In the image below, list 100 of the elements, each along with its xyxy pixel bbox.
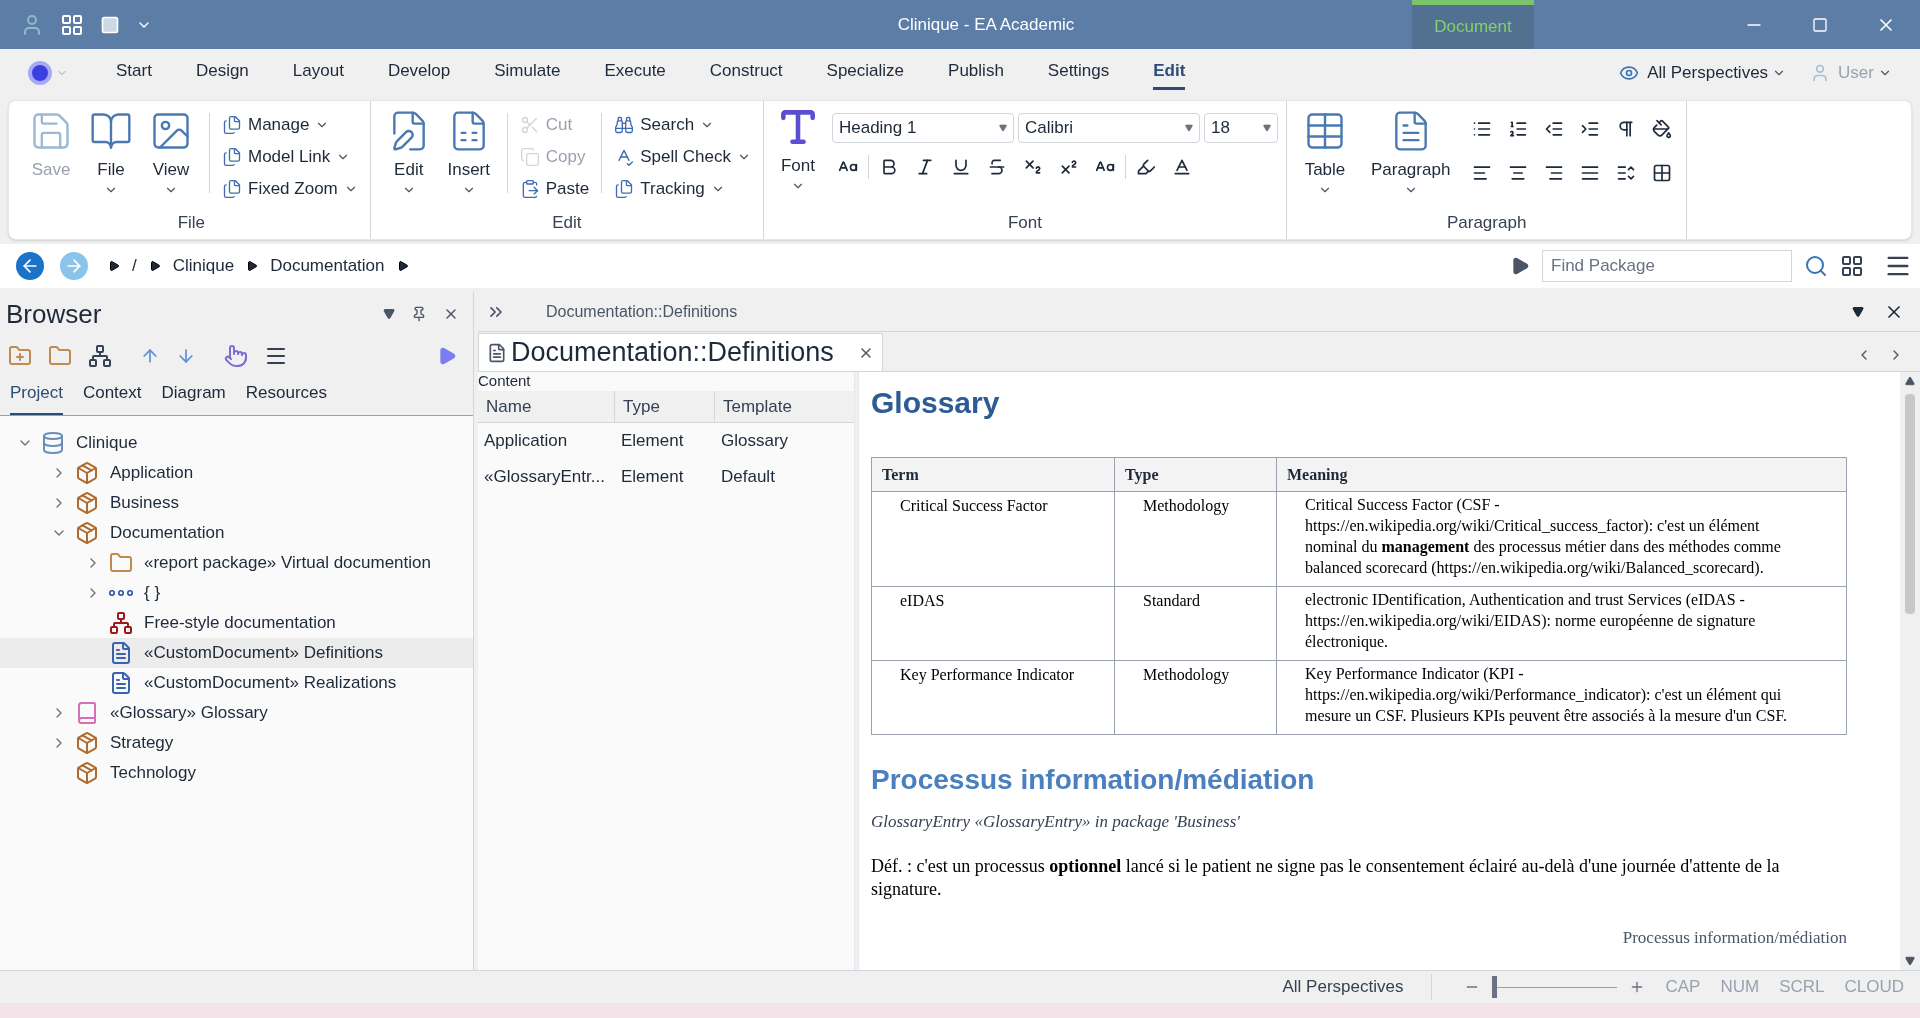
breadcrumb-arrow-icon[interactable] (148, 260, 161, 272)
tree-item[interactable]: «CustomDocument» Realizations (0, 668, 473, 698)
dropdown-arrow-icon[interactable] (383, 308, 395, 320)
ribbon-tab[interactable]: Settings (1047, 55, 1110, 90)
zoom-slider[interactable] (1492, 975, 1618, 999)
scroll-up-arrow-icon[interactable] (1905, 376, 1915, 386)
ribbon-tab[interactable]: Design (195, 55, 249, 90)
ribbon-small-button[interactable]: Manage (218, 109, 362, 141)
ribbon-tab[interactable]: Execute (604, 55, 666, 90)
ribbon-tab[interactable]: Specialize (826, 55, 905, 90)
ribbon-large-button[interactable]: View (141, 105, 201, 201)
status-indicator: CAP (1665, 976, 1701, 999)
tree-item[interactable]: Clinique (0, 428, 473, 458)
ribbon-small-button[interactable]: Fixed Zoom (218, 173, 362, 205)
breadcrumb-item[interactable]: Clinique (172, 253, 235, 279)
font-button[interactable]: Font (771, 105, 824, 201)
dropdown-arrow-icon (998, 124, 1007, 132)
ribbon-tab[interactable]: Develop (387, 55, 451, 90)
hand-pointer-icon[interactable] (224, 344, 248, 368)
ribbon-small-button[interactable]: Model Link (218, 141, 362, 173)
scrollbar-thumb[interactable] (1905, 394, 1915, 614)
table-cell: electronic IDentification, Authentication and trust Services (eIDAS - https://en.wikipedia.org/wiki/EIDAS): norme européenne de signature électronique. (1305, 591, 1756, 650)
play-icon[interactable] (1510, 256, 1530, 276)
column-header[interactable]: Name (478, 390, 615, 422)
search-icon[interactable] (1804, 254, 1828, 278)
tree-item[interactable]: Business (0, 488, 473, 518)
app-logo-icon[interactable] (28, 60, 52, 85)
tree-item[interactable]: «CustomDocument» Definitions (0, 638, 473, 668)
tree-item-label: Documentation (110, 522, 225, 545)
column-header[interactable]: Type (615, 390, 715, 422)
new-folder-icon[interactable] (8, 344, 32, 368)
breadcrumb-arrow-icon[interactable] (396, 260, 409, 272)
tree-item[interactable]: Documentation (0, 518, 473, 548)
window-title: Clinique - EA Academic (897, 13, 1075, 36)
ribbon-tab[interactable]: Layout (292, 55, 344, 90)
ribbon-large-button[interactable]: Edit (378, 105, 439, 201)
documents-icon (222, 115, 242, 135)
tree-item[interactable]: «Glossary» Glossary (0, 698, 473, 728)
ribbon-tab[interactable]: Start (116, 55, 152, 90)
tree-item[interactable]: Technology (0, 758, 473, 788)
tree-item[interactable]: Free-style documentation (0, 608, 473, 638)
breadcrumb-item[interactable]: Documentation (270, 253, 385, 279)
browser-tab[interactable]: Diagram (161, 379, 226, 415)
ribbon-tab[interactable]: Simulate (494, 55, 561, 90)
group-label: Paragraph (1445, 211, 1528, 234)
ribbon-small-button[interactable]: Search (610, 109, 755, 141)
document-tab[interactable]: Documentation::Definitions (478, 333, 883, 371)
ribbon-large-button[interactable]: File (81, 105, 141, 201)
package-icon (75, 521, 99, 545)
document-icon (109, 671, 133, 695)
ribbon-large-button[interactable]: Table (1294, 105, 1355, 201)
grid-icon[interactable] (1840, 254, 1864, 278)
breadcrumb-arrow-icon[interactable] (108, 260, 120, 272)
tree-item[interactable]: Strategy (0, 728, 473, 758)
ribbon-tab[interactable]: Edit (1153, 55, 1186, 90)
style-dropdown[interactable]: Heading 1 (831, 113, 1014, 143)
group-label: Edit (551, 211, 583, 234)
table-cell: Key Performance Indicator (KPI - https://en.wikipedia.org/wiki/Performance_indicator): c'est un élément qui mesure un CSF. Plusieurs KPIs peuvent être associés à la mesure d'un CSF. (1305, 665, 1788, 724)
view-path: Documentation::Definitions (546, 301, 738, 322)
pin-icon[interactable] (411, 306, 427, 322)
dropdown-arrow-icon[interactable] (1852, 305, 1864, 318)
documents-icon (614, 179, 635, 199)
ribbon-small-button[interactable]: Tracking (610, 173, 755, 205)
breadcrumb-arrow-icon[interactable] (246, 260, 259, 272)
font-size-dropdown[interactable]: 18 (1203, 113, 1278, 143)
tree-item-label: «Glossary» Glossary (110, 702, 268, 725)
model-icon (41, 431, 65, 455)
tree-item[interactable]: { } (0, 578, 473, 608)
copy-icon (519, 147, 540, 167)
ribbon-tab[interactable]: Construct (709, 55, 783, 90)
page-footer: Processus information/médiation (1622, 924, 1847, 950)
find-package-field[interactable]: Find Package (1542, 250, 1792, 282)
table-cell-text: Application (483, 430, 569, 452)
font-family-dropdown[interactable]: Calibri (1017, 113, 1200, 143)
perspective-dropdown[interactable]: All Perspectives (1647, 59, 1787, 86)
maximize-icon[interactable] (1812, 16, 1828, 33)
folder-icon[interactable] (48, 344, 72, 368)
scroll-down-arrow-icon[interactable] (1905, 956, 1915, 966)
tree-item[interactable]: «report package» Virtual documention (0, 548, 473, 578)
window-icon[interactable] (100, 14, 120, 35)
table-cell: Critical Success Factor (CSF - https://en.wikipedia.org/wiki/Critical_success_factor): c'est un élément nominal du management des processus métier dans des méthodes comme balanced scorecard (https://en.wikipedia.org/wiki/Balanced_scorecard). (1305, 496, 1781, 576)
ribbon-small-button[interactable]: Spell Check (610, 141, 755, 173)
ribbon-large-button[interactable]: Insert (438, 105, 499, 201)
binoculars-icon (614, 115, 635, 135)
diagram-icon[interactable] (60, 12, 84, 37)
ribbon-large-button[interactable]: Paragraph (1362, 105, 1459, 201)
column-header[interactable]: Template (715, 390, 854, 422)
slider-thumb[interactable] (1492, 976, 1498, 998)
ribbon-tab[interactable]: Publish (948, 55, 1004, 90)
browser-tab[interactable]: Project (10, 379, 63, 415)
book-icon (75, 701, 99, 725)
tree-item[interactable]: Application (0, 458, 473, 488)
scrollbar[interactable] (1900, 372, 1920, 970)
ribbon-small-button[interactable]: Paste (515, 173, 594, 205)
browser-tab[interactable]: Resources (245, 379, 328, 415)
tree-item-label: «CustomDocument» Realizations (144, 672, 397, 695)
status-indicator: CLOUD (1844, 976, 1904, 999)
hierarchy-icon[interactable] (88, 344, 112, 368)
browser-tab[interactable]: Context (82, 379, 142, 415)
breadcrumb-item[interactable]: / (132, 253, 137, 279)
